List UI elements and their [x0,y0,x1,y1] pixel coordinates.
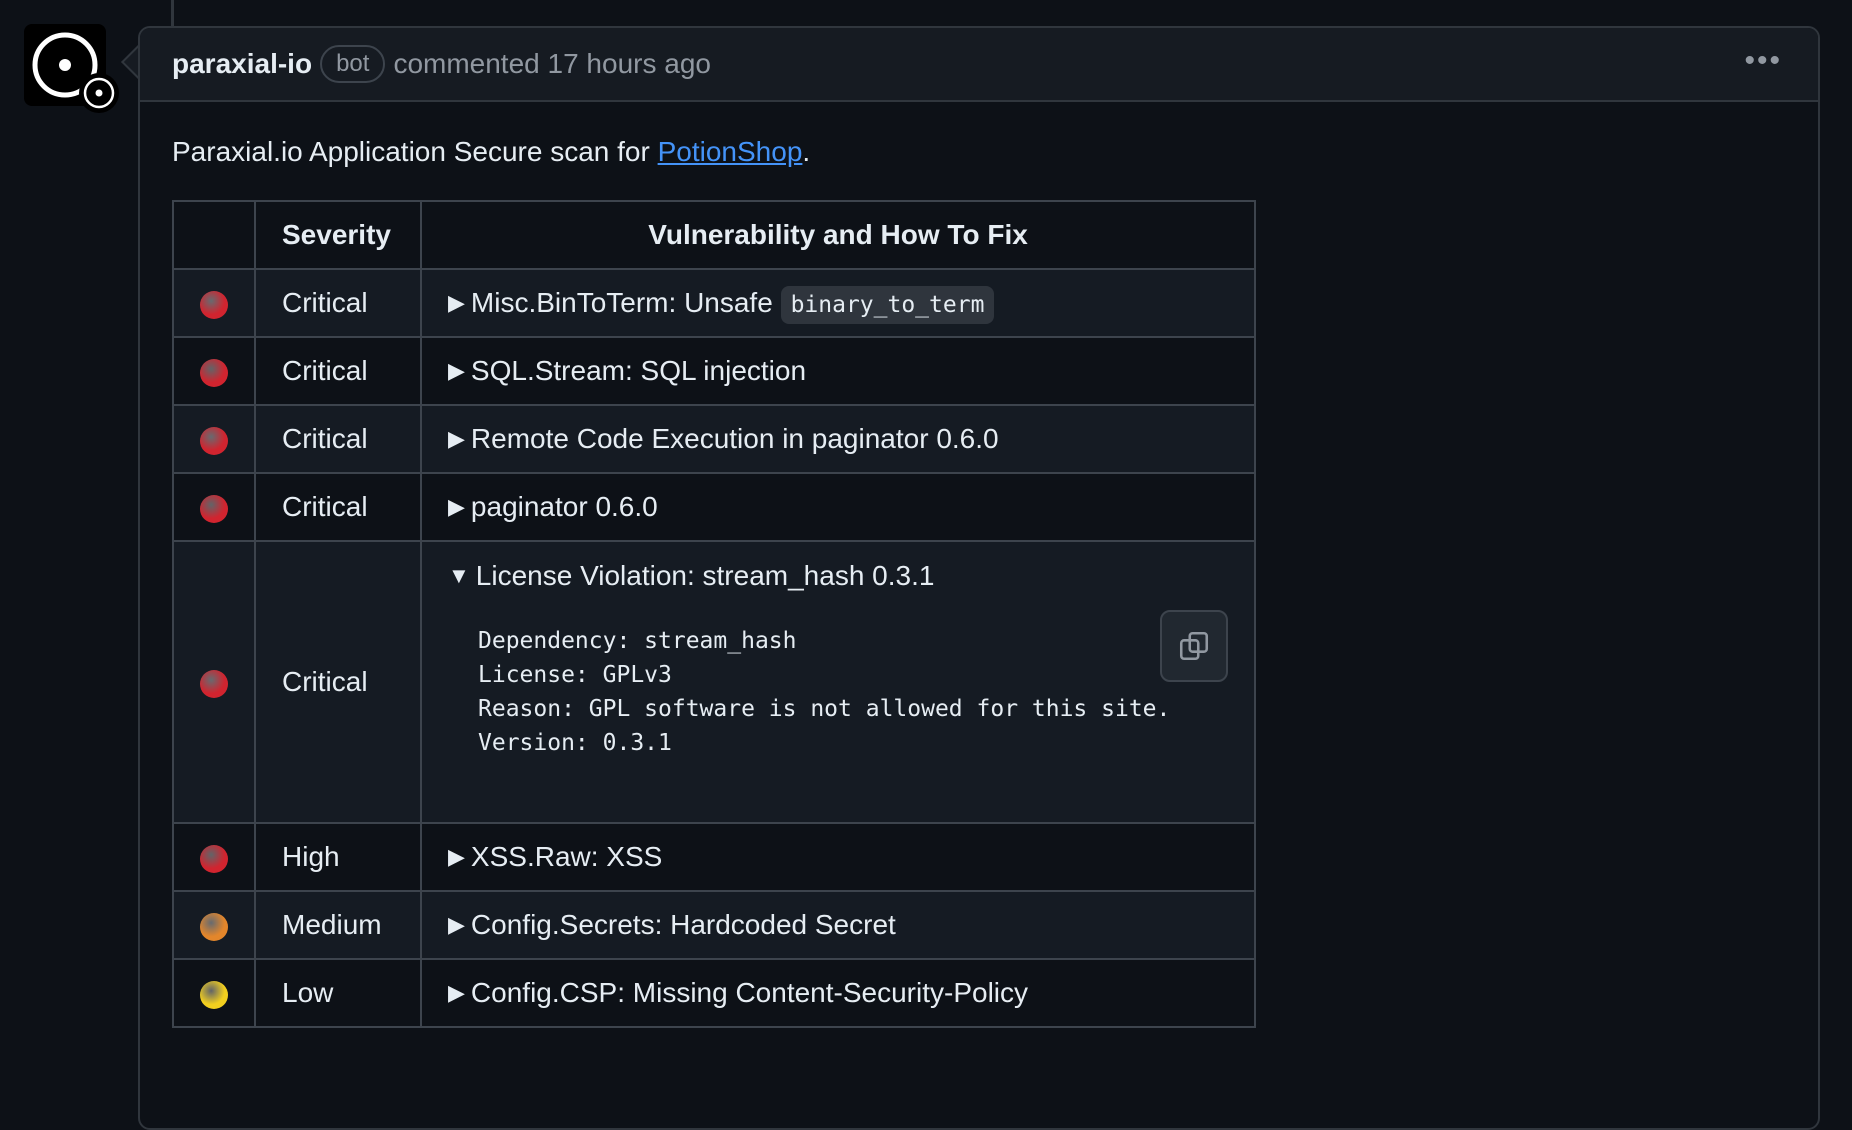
code-line: Version: 0.3.1 [478,730,672,756]
details-summary[interactable]: ▶ Misc.BinToTerm: Unsafe binary_to_term [448,286,995,324]
code-line: Reason: GPL software is not allowed for … [478,696,1171,722]
vulnerability-cell: ▶ Remote Code Execution in paginator 0.6.… [420,404,1256,474]
severity-cell: Critical [254,268,422,338]
severity-indicator-cell [172,890,256,960]
details-summary[interactable]: ▶ Remote Code Execution in paginator 0.6.… [448,423,999,454]
triangle-right-icon[interactable]: ▶ [448,494,465,520]
severity-cell: Critical [254,472,422,542]
code-line: License: GPLv3 [478,662,672,688]
severity-cell: High [254,822,422,892]
header-vulnerability: Vulnerability and How To Fix [420,200,1256,270]
severity-dot-icon [200,844,228,873]
vulnerability-table-body: Critical ▶ Misc.BinToTerm: Unsafe binary_t… [172,268,1256,1028]
severity-cell: Critical [254,404,422,474]
table-row: Critical ▶ Misc.BinToTerm: Unsafe binary_t… [172,268,1256,338]
vulnerability-title: Config.Secrets: Hardcoded Secret [470,909,896,940]
vulnerability-title: Config.CSP: Missing Content-Security-Pol… [470,977,1029,1008]
intro-prefix: Paraxial.io Application Secure scan for [172,136,658,167]
copy-icon [1179,631,1209,661]
triangle-right-icon[interactable]: ▶ [448,358,465,384]
vulnerability-title: SQL.Stream: SQL injection [470,355,807,386]
table-row: Critical ▶ Remote Code Execution in pagina… [172,404,1256,474]
severity-cell: Critical [254,540,422,824]
severity-dot-icon [200,980,228,1009]
timeline-line [171,0,174,26]
comment-body: Paraxial.io Application Secure scan for … [140,102,1818,1062]
intro-text: Paraxial.io Application Secure scan for … [172,136,1786,168]
triangle-right-icon[interactable]: ▶ [448,980,465,1006]
details-summary[interactable]: ▶ paginator 0.6.0 [448,491,658,522]
table-row: Critical ▶ paginator 0.6.0 [172,472,1256,542]
vulnerability-table: Severity Vulnerability and How To Fix Cr… [172,200,1256,1028]
severity-dot-icon [200,912,228,941]
vulnerability-title: paginator 0.6.0 [470,491,658,522]
severity-indicator-cell [172,958,256,1028]
potionshop-link[interactable]: PotionShop [658,136,803,167]
severity-dot-icon [200,494,228,523]
triangle-down-icon[interactable]: ▼ [448,563,470,589]
severity-indicator-cell [172,268,256,338]
details-code-block: Dependency: stream_hash License: GPLv3 Rea… [448,610,1228,804]
severity-cell: Low [254,958,422,1028]
details-summary[interactable]: ▶ Config.CSP: Missing Content-Security-Po… [448,977,1028,1008]
severity-indicator-cell [172,822,256,892]
inline-code: binary_to_term [780,286,995,324]
triangle-right-icon[interactable]: ▶ [448,290,465,316]
vulnerability-cell: ▶ paginator 0.6.0 [420,472,1256,542]
vulnerability-cell: ▶ SQL.Stream: SQL injection [420,336,1256,406]
severity-indicator-cell [172,472,256,542]
vulnerability-cell: ▶ Config.Secrets: Hardcoded Secret [420,890,1256,960]
table-row: Critical ▼ License Violation: stream_hash … [172,540,1256,824]
details-summary[interactable]: ▶ XSS.Raw: XSS [448,841,662,872]
header-severity: Severity [254,200,422,270]
vulnerability-title: XSS.Raw: XSS [470,841,663,872]
table-row: Low ▶ Config.CSP: Missing Content-Security… [172,958,1256,1028]
vulnerability-cell: ▶ XSS.Raw: XSS [420,822,1256,892]
header-indicator [172,200,256,270]
severity-dot-icon [200,426,228,455]
triangle-right-icon[interactable]: ▶ [448,912,465,938]
vulnerability-cell: ▶ Config.CSP: Missing Content-Security-Po… [420,958,1256,1028]
severity-indicator-cell [172,540,256,824]
triangle-right-icon[interactable]: ▶ [448,844,465,870]
severity-dot-icon [200,358,228,387]
copy-button[interactable] [1160,610,1228,682]
severity-dot-icon [200,290,228,319]
severity-indicator-cell [172,404,256,474]
severity-dot-icon [200,669,228,698]
author-link[interactable]: paraxial-io [172,48,312,80]
severity-cell: Critical [254,336,422,406]
intro-suffix: . [802,136,811,167]
comment-box: paraxial-io bot commented 17 hours ago •… [138,26,1820,1130]
bot-avatar-badge [79,73,119,113]
details-summary[interactable]: ▶ SQL.Stream: SQL injection [448,355,806,386]
triangle-right-icon[interactable]: ▶ [448,426,465,452]
severity-cell: Medium [254,890,422,960]
table-row: High ▶ XSS.Raw: XSS [172,822,1256,892]
vulnerability-title: Misc.BinToTerm: Unsafe [470,287,781,318]
severity-indicator-cell [172,336,256,406]
table-row: Medium ▶ Config.Secrets: Hardcoded Secret [172,890,1256,960]
bot-badge: bot [320,45,386,83]
vulnerability-title: Remote Code Execution in paginator 0.6.0 [470,423,999,454]
table-row: Critical ▶ SQL.Stream: SQL injection [172,336,1256,406]
table-header-row: Severity Vulnerability and How To Fix [172,200,1256,270]
vulnerability-cell: ▶ Misc.BinToTerm: Unsafe binary_to_term [420,268,1256,338]
details-summary[interactable]: ▶ Config.Secrets: Hardcoded Secret [448,909,896,940]
comment-timestamp[interactable]: commented 17 hours ago [393,48,711,80]
comment-header: paraxial-io bot commented 17 hours ago •… [140,28,1818,102]
kebab-horizontal-icon[interactable]: ••• [1744,46,1782,76]
paraxial-badge-icon [83,77,115,109]
code-line: Dependency: stream_hash [478,628,797,654]
vulnerability-title: License Violation: stream_hash 0.3.1 [475,560,935,591]
vulnerability-cell: ▼ License Violation: stream_hash 0.3.1 Dep… [420,540,1256,824]
details-summary[interactable]: ▼ License Violation: stream_hash 0.3.1 [448,560,934,591]
